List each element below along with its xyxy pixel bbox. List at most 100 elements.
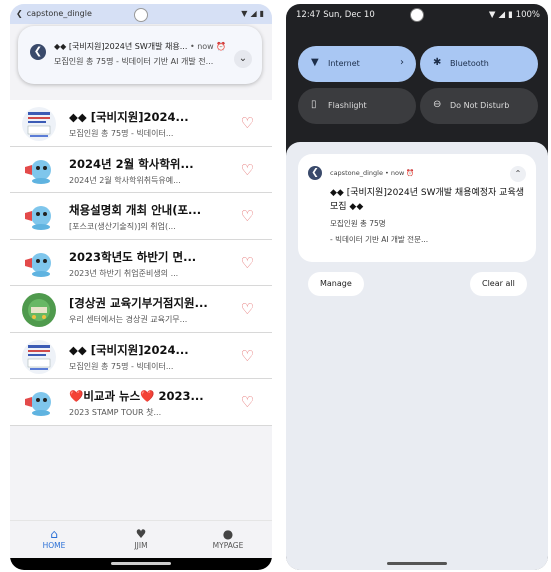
list-item[interactable]: 채용설명회 개최 안내(포... [포스코(생산기술직)]의 취업(... ♡ xyxy=(10,193,272,240)
flashlight-icon: ▯ xyxy=(311,99,317,110)
heads-up-title: ◆◆ [국비지원]2024년 SW개발 채용... • now ⏰ xyxy=(54,41,226,52)
thumbnail-image xyxy=(22,153,56,188)
tab-home-label: HOME xyxy=(42,541,66,550)
app-icon: ❮ xyxy=(30,44,46,60)
qs-do-not-disturb[interactable]: ⊖ Do Not Disturb xyxy=(420,88,538,124)
status-left: 12:47 Sun, Dec 10 xyxy=(296,10,375,20)
qs-flashlight[interactable]: ▯ Flashlight xyxy=(298,88,416,124)
notification-title: ◆◆ [국비지원]2024년 SW개발 채용예정자 교육생 모집 ◆◆ xyxy=(330,188,525,212)
battery-percent: 100% xyxy=(515,10,540,20)
signal-icon: ◢ xyxy=(498,10,505,20)
list-item-title: ◆◆ [국비지원]2024... xyxy=(69,110,189,124)
clear-all-button[interactable]: Clear all xyxy=(470,272,527,296)
list-item-subtitle: 우리 센터에서는 경상권 교육기무... xyxy=(69,315,188,324)
battery-icon: ▮ xyxy=(508,10,513,20)
camera-cutout xyxy=(134,8,148,22)
favorite-heart-icon[interactable]: ♡ xyxy=(241,114,254,132)
bluetooth-icon: ✱ xyxy=(433,57,442,68)
tab-home[interactable]: ⌂ HOME xyxy=(24,527,84,550)
list-item[interactable]: ◆◆ [국비지원]2024... 모집인원 총 75명 - 빅데이터... ♡ xyxy=(10,332,272,379)
list-item-title: 채용설명회 개최 안내(포... xyxy=(69,203,202,217)
thumbnail-image xyxy=(22,107,56,141)
home-icon: ⌂ xyxy=(50,527,58,541)
thumbnail-image xyxy=(22,246,56,281)
favorite-heart-icon[interactable]: ♡ xyxy=(241,207,254,225)
qs-bluetooth[interactable]: ✱ Bluetooth xyxy=(420,46,538,82)
right-phone: 12:47 Sun, Dec 10 ▼ ◢ ▮ 100% ▼ Internet … xyxy=(286,4,548,570)
favorite-heart-icon[interactable]: ♡ xyxy=(241,161,254,179)
heads-up-meta: • now ⏰ xyxy=(189,42,227,51)
thumbnail-image xyxy=(22,293,56,327)
gesture-bar xyxy=(10,558,272,570)
qs-flashlight-label: Flashlight xyxy=(328,101,367,110)
notice-list: ◆◆ [국비지원]2024... 모집인원 총 75명 - 빅데이터... ♡ 202… xyxy=(10,100,272,426)
list-item-subtitle: [포스코(생산기술직)]의 취업(... xyxy=(69,222,176,231)
heads-up-title-text: ◆◆ [국비지원]2024년 SW개발 채용... xyxy=(54,42,188,51)
heart-icon: ♥ xyxy=(135,527,147,541)
status-icons: ▼ ◢ ▮ xyxy=(241,9,264,18)
person-icon: ● xyxy=(222,527,234,541)
clock: 12:47 Sun, Dec 10 xyxy=(296,10,375,20)
app-icon: ❮ xyxy=(16,9,23,18)
heads-up-body: 모집인원 총 75명 - 빅데이터 기반 AI 개발 전... xyxy=(54,57,214,66)
camera-cutout xyxy=(410,8,424,22)
gesture-bar xyxy=(286,558,548,570)
notification-body-line2: - 빅데이터 기반 AI 개발 전문... xyxy=(330,235,429,244)
list-item[interactable]: 2024년 2월 학사학위... 2024년 2월 학사학위취득유예... ♡ xyxy=(10,146,272,193)
list-item-subtitle: 2023 STAMP TOUR 찻... xyxy=(69,408,162,417)
left-phone: ❮ capstone_dingle ▼ ◢ ▮ ❮ ◆◆ [국비지원]2024년… xyxy=(10,4,272,570)
status-bar: ❮ capstone_dingle ▼ ◢ ▮ xyxy=(10,4,272,24)
signal-icon: ◢ xyxy=(250,9,257,18)
dnd-icon: ⊖ xyxy=(433,99,442,110)
qs-dnd-label: Do Not Disturb xyxy=(450,101,510,110)
list-item-subtitle: 2023년 하반기 취업준비생의 ... xyxy=(69,268,179,278)
tab-mypage-label: MYPAGE xyxy=(212,541,244,550)
heads-up-notification[interactable]: ❮ ◆◆ [국비지원]2024년 SW개발 채용... • now ⏰ 모집인원… xyxy=(18,26,262,84)
expand-icon[interactable]: ⌄ xyxy=(234,50,252,68)
notification-card[interactable]: ❮ capstone_dingle • now ⏰ ⌃ ◆◆ [국비지원]202… xyxy=(298,154,536,262)
list-item-title: 2023학년도 하반기 면... xyxy=(69,249,197,264)
thumbnail-image xyxy=(22,386,56,420)
notification-body-line1: 모집인원 총 75명 xyxy=(330,219,386,228)
gesture-pill[interactable] xyxy=(387,562,447,565)
chevron-right-icon: › xyxy=(400,57,404,68)
thumbnail-image xyxy=(22,200,56,234)
favorite-heart-icon[interactable]: ♡ xyxy=(241,393,254,411)
list-item-title: ◆◆ [국비지원]2024... xyxy=(69,342,189,357)
favorite-heart-icon[interactable]: ♡ xyxy=(241,254,254,272)
list-item[interactable]: 2023학년도 하반기 면... 2023년 하반기 취업준비생의 ... ♡ xyxy=(10,239,272,286)
tab-mypage[interactable]: ● MYPAGE xyxy=(198,527,258,550)
wifi-icon: ▼ xyxy=(241,9,248,18)
thumbnail-image xyxy=(22,339,56,374)
app-icon: ❮ xyxy=(308,166,322,180)
tab-jjim-label: JJIM xyxy=(134,541,148,550)
qs-internet[interactable]: ▼ Internet › xyxy=(298,46,416,82)
notification-shade: ❮ capstone_dingle • now ⏰ ⌃ ◆◆ [국비지원]202… xyxy=(286,142,548,570)
battery-icon: ▮ xyxy=(259,9,264,18)
status-icons: ▼ ◢ ▮ 100% xyxy=(489,10,540,20)
manage-button[interactable]: Manage xyxy=(308,272,364,296)
list-item-subtitle: 2024년 2월 학사학위취득유예... xyxy=(69,175,181,185)
favorite-heart-icon[interactable]: ♡ xyxy=(241,300,254,318)
list-item-title: [경상권 교육기부거점지원... xyxy=(69,296,208,310)
wifi-icon: ▼ xyxy=(488,10,496,20)
qs-bluetooth-label: Bluetooth xyxy=(450,59,489,68)
list-item[interactable]: ◆◆ [국비지원]2024... 모집인원 총 75명 - 빅데이터... ♡ xyxy=(10,100,272,147)
favorite-heart-icon[interactable]: ♡ xyxy=(241,347,254,365)
list-item[interactable]: ❤️비교과 뉴스❤️ 2023... 2023 STAMP TOUR 찻... ♡ xyxy=(10,379,272,426)
bottom-tab-bar: ⌂ HOME ♥ JJIM ● MYPAGE xyxy=(10,520,272,560)
list-item-title: ❤️비교과 뉴스❤️ 2023... xyxy=(69,389,204,403)
list-item[interactable]: [경상권 교육기부거점지원... 우리 센터에서는 경상권 교육기무... ♡ xyxy=(10,286,272,333)
notification-app-line: capstone_dingle • now ⏰ xyxy=(330,169,415,177)
qs-internet-label: Internet xyxy=(328,59,360,68)
gesture-pill[interactable] xyxy=(111,562,171,565)
status-left: ❮ capstone_dingle xyxy=(16,9,92,18)
wifi-icon: ▼ xyxy=(311,57,319,68)
collapse-icon[interactable]: ⌃ xyxy=(510,166,526,182)
status-app-name: capstone_dingle xyxy=(26,9,92,18)
tab-jjim[interactable]: ♥ JJIM xyxy=(111,527,171,550)
list-item-subtitle: 모집인원 총 75명 - 빅데이터... xyxy=(69,129,174,138)
list-item-subtitle: 모집인원 총 75명 - 빅데이터... xyxy=(69,361,174,371)
status-bar: 12:47 Sun, Dec 10 ▼ ◢ ▮ 100% xyxy=(286,4,548,24)
list-item-title: 2024년 2월 학사학위... xyxy=(69,156,194,171)
